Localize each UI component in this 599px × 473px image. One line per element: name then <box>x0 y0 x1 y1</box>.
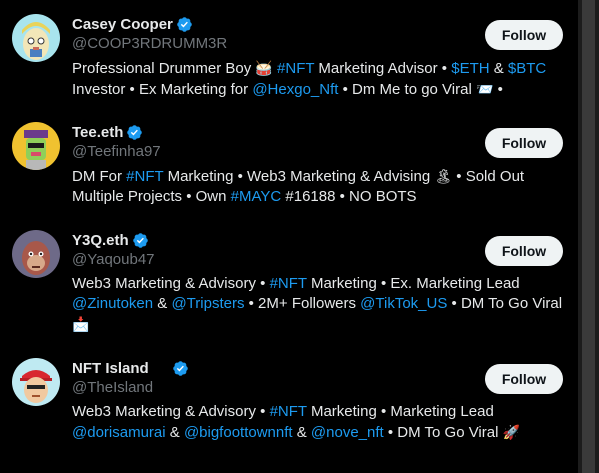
display-name[interactable]: Tee.eth <box>72 124 123 141</box>
bio-link[interactable]: $BTC <box>508 60 546 77</box>
island-emoji: 🏝 <box>151 360 170 376</box>
bio-link[interactable]: #NFT <box>126 168 163 185</box>
avatar[interactable] <box>12 122 60 170</box>
verified-badge-icon <box>132 232 149 249</box>
bio-text: DM For <box>72 168 127 185</box>
user-cell[interactable]: Y3Q.eth @Yaqoub47 Follow Web3 Marketing … <box>0 216 578 344</box>
handle[interactable]: @Yaqoub47 <box>72 251 155 268</box>
bio-text: & <box>153 295 172 312</box>
avatar[interactable] <box>12 14 60 62</box>
display-name[interactable]: NFT Island <box>72 360 149 377</box>
bio-text: & <box>165 424 184 441</box>
user-cell[interactable]: NFT Island 🏝 @TheIsland Follow Web3 Mark… <box>0 344 578 452</box>
bio-text: #16188 • NO BOTS <box>281 188 417 205</box>
bio: Web3 Marketing & Advisory • #NFT Marketi… <box>72 274 568 335</box>
name-row: Casey Cooper <box>72 13 193 35</box>
bio-link[interactable]: #NFT <box>277 60 314 77</box>
bio-link[interactable]: #NFT <box>270 403 307 420</box>
bio-text: • 2M+ Followers <box>244 295 361 312</box>
bio-link[interactable]: @Zinutoken <box>72 295 153 312</box>
bio-text: Marketing • Marketing Lead <box>306 403 494 420</box>
follow-button[interactable]: Follow <box>485 20 563 50</box>
handle[interactable]: @COOP3RDRUMM3R <box>72 35 227 52</box>
bio-link[interactable]: @dorisamurai <box>72 424 166 441</box>
bio-link[interactable]: @nove_nft <box>311 424 384 441</box>
scrollbar[interactable] <box>578 0 599 473</box>
bio-link[interactable]: @TikTok_US <box>360 295 447 312</box>
display-name[interactable]: Casey Cooper <box>72 16 173 33</box>
name-row: NFT Island 🏝 <box>72 357 189 379</box>
follow-button[interactable]: Follow <box>485 128 563 158</box>
bio: Web3 Marketing & Advisory • #NFT Marketi… <box>72 402 568 443</box>
bio-emoji: 🚀 <box>502 424 521 440</box>
bio-text: Professional Drummer Boy <box>72 60 256 77</box>
name-row: Y3Q.eth <box>72 229 149 251</box>
bio-text: Web3 Marketing & Advisory • <box>72 403 270 420</box>
bio-text: Marketing • Web3 Marketing & Advising <box>163 168 435 185</box>
bio-text: • DM To Go Viral <box>447 295 563 312</box>
follow-button[interactable]: Follow <box>485 364 563 394</box>
verified-badge-icon <box>176 16 193 33</box>
user-cell[interactable]: Tee.eth @Teefinha97 Follow DM For #NFT M… <box>0 108 578 216</box>
bio-emoji: 🏝 <box>434 168 453 184</box>
bio-text: & <box>489 60 508 77</box>
bio-text: Marketing • Ex. Marketing Lead <box>306 275 520 292</box>
bio-link[interactable]: @bigfoottownnft <box>184 424 293 441</box>
handle[interactable]: @TheIsland <box>72 379 153 396</box>
avatar[interactable] <box>12 358 60 406</box>
name-row: Tee.eth <box>72 121 143 143</box>
bio-link[interactable]: #NFT <box>270 275 307 292</box>
user-list: Casey Cooper @COOP3RDRUMM3R Follow Profe… <box>0 0 578 452</box>
bio: Professional Drummer Boy 🥁 #NFT Marketin… <box>72 58 568 100</box>
bio: DM For #NFT Marketing • Web3 Marketing &… <box>72 166 568 207</box>
bio-text: Investor • Ex Marketing for <box>72 81 253 98</box>
bio-text: • <box>493 81 503 98</box>
bio-text: Marketing Advisor • <box>314 60 452 77</box>
bio-text: Web3 Marketing & Advisory • <box>72 275 270 292</box>
bio-link[interactable]: @Tripsters <box>171 295 244 312</box>
bio-text: • Dm Me to go Viral <box>338 81 476 98</box>
who-to-follow-panel: Casey Cooper @COOP3RDRUMM3R Follow Profe… <box>0 0 599 473</box>
handle[interactable]: @Teefinha97 <box>72 143 161 160</box>
bio-text: & <box>292 424 311 441</box>
avatar[interactable] <box>12 230 60 278</box>
bio-text: • DM To Go Viral <box>383 424 503 441</box>
scrollbar-thumb[interactable] <box>582 0 595 473</box>
bio-emoji: 📨 <box>475 81 494 97</box>
user-cell[interactable]: Casey Cooper @COOP3RDRUMM3R Follow Profe… <box>0 0 578 108</box>
bio-emoji: 🥁 <box>255 60 273 76</box>
verified-badge-icon <box>172 360 189 377</box>
bio-emoji: 📩 <box>72 316 90 332</box>
bio-link[interactable]: @Hexgo_Nft <box>252 81 338 98</box>
bio-link[interactable]: $ETH <box>451 60 489 77</box>
bio-link[interactable]: #MAYC <box>231 188 282 205</box>
display-name[interactable]: Y3Q.eth <box>72 232 129 249</box>
follow-button[interactable]: Follow <box>485 236 563 266</box>
verified-badge-icon <box>126 124 143 141</box>
